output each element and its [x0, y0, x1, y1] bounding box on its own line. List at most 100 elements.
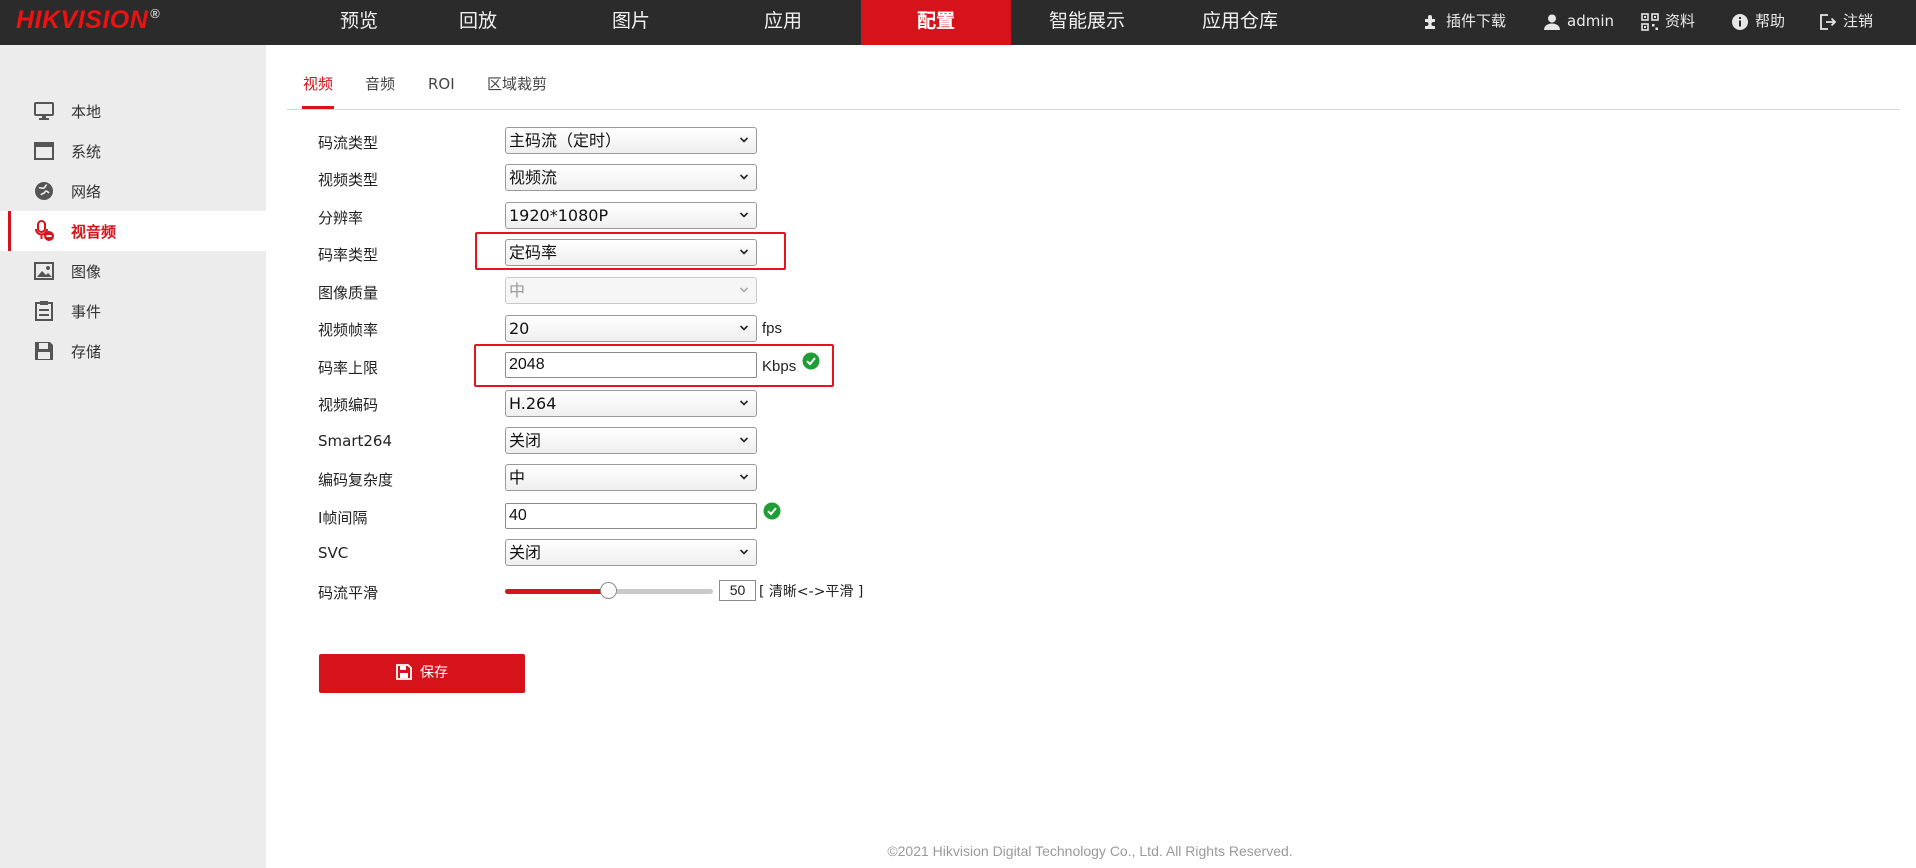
chevron-down-icon [740, 287, 748, 293]
video-type-select[interactable]: 视频流 [505, 164, 757, 191]
stream-smoothing-value-input[interactable]: 50 [719, 580, 756, 601]
svc-value: 关闭 [509, 543, 542, 562]
sidebar-item-label: 本地 [71, 103, 102, 121]
stream-type-label: 码流类型 [318, 134, 379, 152]
sidebar-item-label: 存储 [71, 343, 102, 361]
max-bitrate-unit: Kbps [762, 358, 797, 375]
i-frame-interval-label: I帧间隔 [318, 509, 368, 527]
sidebar-item-system[interactable]: 系统 [0, 131, 266, 171]
encoding-complexity-value: 中 [509, 468, 526, 487]
chevron-down-icon [740, 137, 748, 143]
frame-rate-select[interactable]: 20 [505, 315, 757, 342]
resolution-select[interactable]: 1920*1080P [505, 202, 757, 229]
docs-link[interactable]: 资料 [1641, 0, 1695, 45]
sidebar-item-label: 事件 [71, 303, 102, 321]
username-label: admin [1567, 12, 1614, 30]
bitrate-type-select[interactable]: 定码率 [505, 239, 757, 266]
plugin-download-label: 插件下载 [1446, 12, 1507, 30]
globe-icon [35, 182, 53, 200]
chevron-down-icon [740, 212, 748, 218]
sidebar: 本地 系统 网络 视音频 图像 事件 存储 [0, 45, 266, 868]
chevron-down-icon [740, 549, 748, 555]
image-quality-label: 图像质量 [318, 284, 379, 302]
chevron-down-icon [740, 249, 748, 255]
frame-rate-label: 视频帧率 [318, 321, 379, 339]
nav-item-app-store[interactable]: 应用仓库 [1165, 0, 1315, 45]
tab-region-crop[interactable]: 区域裁剪 [487, 65, 547, 108]
chevron-down-icon [740, 474, 748, 480]
sidebar-item-label: 图像 [71, 263, 102, 281]
tab-roi[interactable]: ROI [428, 65, 455, 108]
stream-smoothing-slider[interactable] [505, 582, 713, 599]
smart264-select[interactable]: 关闭 [505, 427, 757, 454]
valid-check-icon [763, 502, 781, 520]
floppy-disk-icon [396, 663, 412, 680]
max-bitrate-input[interactable]: 2048 [505, 352, 757, 378]
stream-type-select[interactable]: 主码流（定时） [505, 127, 757, 154]
encoding-complexity-select[interactable]: 中 [505, 464, 757, 491]
stream-smoothing-hint: [ 清晰<->平滑 ] [759, 584, 864, 600]
valid-check-icon [802, 352, 820, 370]
tab-audio[interactable]: 音频 [365, 65, 395, 108]
help-label: 帮助 [1755, 12, 1786, 30]
sidebar-item-network[interactable]: 网络 [0, 171, 266, 211]
top-navigation-bar: HIKVISION ® 预览 回放 图片 应用 配置 智能展示 应用仓库 插件下载… [0, 0, 1916, 45]
video-encoding-label: 视频编码 [318, 396, 379, 414]
microphone-icon [35, 220, 54, 241]
sidebar-item-local[interactable]: 本地 [0, 91, 266, 131]
video-encoding-value: H.264 [509, 394, 557, 413]
svc-label: SVC [318, 544, 349, 562]
tab-video[interactable]: 视频 [302, 65, 334, 109]
sidebar-item-event[interactable]: 事件 [0, 291, 266, 331]
nav-item-pictures[interactable]: 图片 [556, 0, 706, 45]
chevron-down-icon [740, 400, 748, 406]
smart264-label: Smart264 [318, 432, 393, 450]
help-link[interactable]: 帮助 [1731, 0, 1785, 45]
video-type-value: 视频流 [509, 168, 558, 187]
nav-item-configuration[interactable]: 配置 [861, 0, 1011, 45]
save-button-label: 保存 [420, 665, 448, 681]
stream-smoothing-label: 码流平滑 [318, 584, 379, 602]
nav-item-application[interactable]: 应用 [708, 0, 858, 45]
frame-rate-unit: fps [762, 320, 783, 337]
info-icon [1732, 13, 1748, 30]
sidebar-item-label: 网络 [71, 183, 102, 201]
slider-thumb[interactable] [600, 582, 617, 599]
user-menu[interactable]: admin [1543, 0, 1614, 45]
logout-icon [1820, 13, 1837, 30]
save-button[interactable]: 保存 [319, 654, 525, 693]
hikvision-logo: HIKVISION ® [16, 6, 161, 34]
config-tabs: 视频 音频 ROI 区域裁剪 [287, 65, 1900, 110]
puzzle-icon [1425, 14, 1435, 29]
resolution-label: 分辨率 [318, 209, 364, 227]
svc-select[interactable]: 关闭 [505, 539, 757, 566]
chevron-down-icon [740, 437, 748, 443]
chevron-down-icon [740, 174, 748, 180]
sidebar-item-storage[interactable]: 存储 [0, 331, 266, 371]
plugin-download-link[interactable]: 插件下载 [1422, 0, 1506, 45]
system-window-icon [34, 142, 54, 160]
image-icon [34, 262, 54, 280]
frame-rate-value: 20 [509, 319, 530, 338]
sidebar-item-video-audio[interactable]: 视音频 [0, 211, 266, 251]
floppy-disk-icon [35, 342, 53, 360]
user-icon [1544, 14, 1560, 30]
slider-fill [505, 589, 608, 594]
logout-link[interactable]: 注销 [1819, 0, 1873, 45]
event-list-icon [35, 301, 53, 321]
nav-item-playback[interactable]: 回放 [403, 0, 553, 45]
bitrate-type-label: 码率类型 [318, 246, 379, 264]
smart264-value: 关闭 [509, 431, 542, 450]
sidebar-item-label: 视音频 [71, 223, 117, 241]
qr-code-icon [1641, 12, 1659, 31]
sidebar-item-image[interactable]: 图像 [0, 251, 266, 291]
video-encoding-select[interactable]: H.264 [505, 390, 757, 417]
i-frame-interval-input[interactable]: 40 [505, 503, 757, 529]
docs-label: 资料 [1665, 12, 1696, 30]
video-type-label: 视频类型 [318, 171, 379, 189]
image-quality-select: 中 [505, 277, 757, 304]
monitor-icon [34, 102, 54, 120]
stream-type-value: 主码流（定时） [509, 131, 622, 150]
nav-item-smart-display[interactable]: 智能展示 [1012, 0, 1162, 45]
chevron-down-icon [740, 325, 748, 331]
